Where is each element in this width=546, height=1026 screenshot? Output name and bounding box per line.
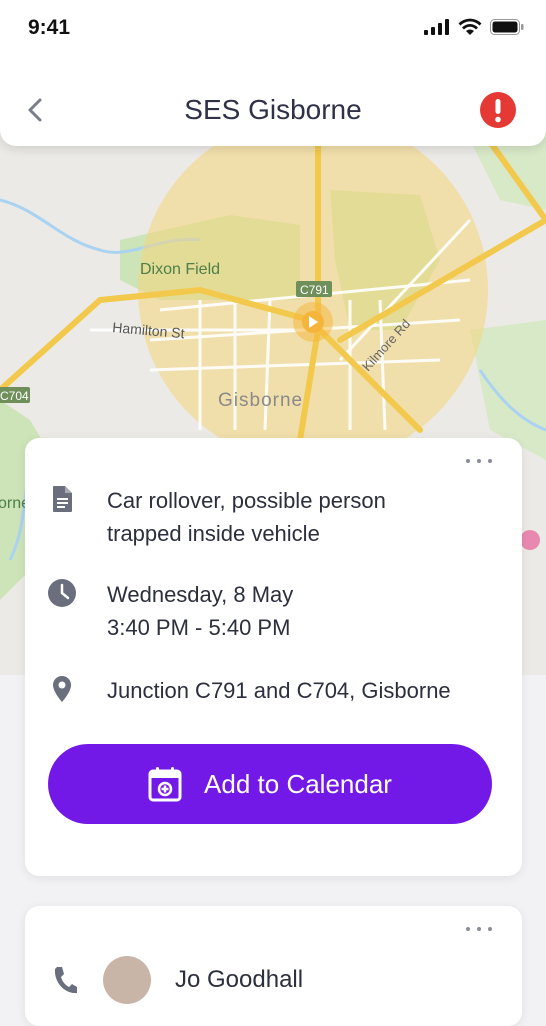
top-header: SES Gisborne xyxy=(0,56,546,146)
description-row: Car rollover, possible person trapped in… xyxy=(47,484,502,550)
phone-icon xyxy=(54,967,77,994)
more-options-icon[interactable] xyxy=(464,456,494,466)
more-options-icon[interactable] xyxy=(464,924,494,934)
document-icon xyxy=(53,486,72,512)
avatar xyxy=(103,956,151,1004)
page-title: SES Gisborne xyxy=(184,94,362,125)
contact-card: Jo Goodhall xyxy=(25,906,522,1026)
incident-card: Car rollover, possible person trapped in… xyxy=(25,438,522,876)
alert-icon[interactable] xyxy=(480,92,516,128)
contact-name: Jo Goodhall xyxy=(175,966,304,993)
contact-row[interactable]: Jo Goodhall xyxy=(51,956,303,1004)
status-bar: 9:41 xyxy=(0,0,546,56)
incident-description: Car rollover, possible person trapped in… xyxy=(107,488,386,546)
battery-icon xyxy=(490,19,524,35)
clock-icon xyxy=(48,579,76,607)
map-label-c791: C791 xyxy=(300,283,329,297)
incident-date: Wednesday, 8 May xyxy=(107,582,294,607)
map-label-gisborne: Gisborne xyxy=(218,390,303,411)
map-label-c704: C704 xyxy=(0,389,29,403)
map-label-dixon-field: Dixon Field xyxy=(140,261,220,278)
signal-icon xyxy=(424,19,449,35)
incident-location: Junction C791 and C704, Gisborne xyxy=(107,678,451,703)
add-to-calendar-label: Add to Calendar xyxy=(204,768,392,799)
wifi-icon xyxy=(458,18,482,35)
location-row: Junction C791 and C704, Gisborne xyxy=(47,674,502,707)
add-to-calendar-button[interactable]: Add to Calendar xyxy=(48,744,492,824)
location-pin-icon xyxy=(53,676,71,702)
incident-time: 3:40 PM - 5:40 PM xyxy=(107,615,291,640)
calendar-add-icon xyxy=(148,767,182,802)
status-time: 9:41 xyxy=(28,16,71,39)
datetime-row: Wednesday, 8 May 3:40 PM - 5:40 PM xyxy=(47,578,502,644)
status-icons xyxy=(424,18,524,36)
